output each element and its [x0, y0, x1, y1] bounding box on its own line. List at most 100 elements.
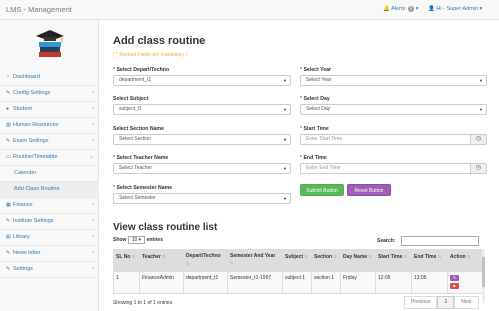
day-group: * Select Day Select Day ▼: [300, 96, 487, 115]
sidebar-item-label: Human Resources: [13, 122, 59, 128]
column-header-end-time[interactable]: End Time ⇅: [411, 249, 448, 272]
entries-label: entries: [146, 237, 163, 243]
end-time-input[interactable]: Enter End Time: [300, 163, 471, 174]
sidebar-item-calender[interactable]: Calender: [0, 166, 99, 182]
mandatory-note: ( * Marked Fields are mandatory ): [113, 52, 188, 58]
column-header-teacher[interactable]: Teacher ⇅: [139, 249, 184, 272]
clock-icon[interactable]: ◷: [471, 163, 487, 174]
cell-end: 13:05: [411, 271, 448, 294]
app-title[interactable]: LMS - Management: [6, 5, 72, 14]
day-label: * Select Day: [300, 96, 330, 102]
pagination: Previous 1 Next: [404, 296, 479, 309]
sidebar-item-label: Config Settings: [13, 90, 51, 96]
teacher-select[interactable]: Select Teacher ▼: [113, 163, 291, 174]
start-time-input[interactable]: Enter Start Time: [300, 134, 471, 145]
section-label: Select Section Name: [113, 126, 165, 132]
list-title: View class routine list: [113, 222, 218, 233]
section-select[interactable]: Select Section ▼: [113, 134, 291, 145]
cell-depart: department_t1: [183, 271, 228, 294]
column-header-action[interactable]: Action ⇅: [447, 249, 485, 272]
sidebar-item-library[interactable]: ▤ Library ‹: [0, 230, 99, 246]
column-header-depart[interactable]: Depart/Techno ⇅: [183, 249, 228, 272]
caret-down-icon: ▼: [283, 107, 287, 112]
edit-icon[interactable]: ✎: [450, 275, 459, 281]
sidebar-item-institute-settings[interactable]: ✎ Institute Settings ‹: [0, 214, 99, 230]
year-select[interactable]: Select Year ▼: [300, 75, 487, 86]
dashboard-icon: ◔: [6, 74, 10, 80]
sidebar-item-label: Exam Settings: [13, 138, 49, 144]
sidebar-item-label: Add Class Routine: [14, 186, 60, 192]
books-logo-icon: [36, 30, 64, 57]
column-header-section[interactable]: Section ⇅: [311, 249, 341, 272]
sidebar-item-exam-settings[interactable]: ✎ Exam Settings ‹: [0, 134, 99, 150]
sidebar-item-settings[interactable]: ✎ Settings ‹: [0, 262, 99, 278]
clock-icon[interactable]: ◷: [471, 134, 487, 145]
start-time-label: * Start Time: [300, 126, 329, 132]
chevron-down-icon: ⌄: [88, 154, 94, 160]
section-group: Select Section Name Select Section ▼: [113, 126, 291, 145]
column-header-sl-no[interactable]: SL No ⇅: [113, 249, 140, 272]
reset-button[interactable]: Reset Button: [347, 184, 391, 196]
submit-button[interactable]: Submit Button: [300, 184, 344, 196]
sidebar: ◔ Dashboard ✎ Config Settings ‹ ● Student ‹ ▥…: [0, 20, 99, 311]
sidebar-item-label: Dashboard: [13, 74, 40, 80]
sidebar-item-student[interactable]: ● Student ‹: [0, 102, 99, 118]
sidebar-item-news-letter[interactable]: ✎ News letter ‹: [0, 246, 99, 262]
show-label: Show: [113, 237, 127, 243]
column-header-day[interactable]: Day Name ⇅: [340, 249, 376, 272]
sidebar-item-finance[interactable]: ▦ Finance ‹: [0, 198, 99, 214]
sidebar-item-label: News letter: [13, 250, 41, 256]
cell-section: section 1: [311, 271, 341, 294]
sidebar-item-human-resources[interactable]: ▥ Human Resources ‹: [0, 118, 99, 134]
user-icon: 👤: [428, 6, 435, 12]
chevron-left-icon: ‹: [92, 218, 94, 224]
department-select[interactable]: department_t1 ▼: [113, 75, 291, 86]
chevron-left-icon: ‹: [92, 122, 94, 128]
sort-icon: ⇅: [466, 254, 471, 259]
sidebar-item-config-settings[interactable]: ✎ Config Settings ‹: [0, 86, 99, 102]
user-menu[interactable]: 👤 Hi - Super Admin ▾: [428, 6, 482, 12]
alerts-menu[interactable]: 🔔 Alerts 0 ▾: [383, 6, 419, 12]
column-header-subject[interactable]: Subject ⇅: [282, 249, 312, 272]
sidebar-item-label: Calender: [14, 170, 37, 176]
user-icon: ●: [6, 106, 10, 112]
entries-select[interactable]: 10 ▾: [127, 236, 146, 244]
routine-table: SL No ⇅ Teacher ⇅ Depart/Techno ⇅ Semest…: [113, 249, 485, 294]
cell-semester: Semester_t1-1997: [227, 271, 283, 294]
sidebar-item-label: Routine/Timetable: [13, 154, 58, 160]
pagination-page-1[interactable]: 1: [437, 296, 455, 309]
sidebar-item-label: Student: [13, 106, 32, 112]
semester-label: * Select Semester Name: [113, 185, 173, 191]
teacher-group: * Select Teacher Name Select Teacher ▼: [113, 155, 291, 174]
table-header-row: SL No ⇅ Teacher ⇅ Depart/Techno ⇅ Semest…: [113, 249, 485, 272]
sidebar-item-label: Institute Settings: [13, 218, 54, 224]
semester-select[interactable]: Select Semester ▼: [113, 193, 291, 204]
pagination-previous[interactable]: Previous: [404, 296, 438, 309]
caret-down-icon: ▾: [415, 6, 419, 12]
sidebar-item-routine-timetable[interactable]: ▭ Routine/Timetable ⌄: [0, 150, 99, 166]
day-select[interactable]: Select Day ▼: [300, 104, 487, 115]
sidebar-item-add-class-routine[interactable]: Add Class Routine: [0, 182, 99, 198]
end-time-group: * End Time Enter End Time ◷: [300, 155, 487, 174]
subject-select[interactable]: subject_t1 ▼: [113, 104, 291, 115]
column-header-semester[interactable]: Semester And Year ⇅: [227, 249, 283, 272]
sort-icon: ⇅: [403, 254, 408, 259]
cell-subject: subject 1: [282, 271, 312, 294]
column-header-start-time[interactable]: Start Time ⇅: [375, 249, 412, 272]
pagination-next[interactable]: Next: [454, 296, 479, 309]
table-scrollbar[interactable]: [482, 249, 485, 303]
sidebar-item-label: Settings: [13, 266, 33, 272]
bell-icon: 🔔: [383, 6, 390, 12]
user-label: Hi - Super Admin: [436, 6, 478, 12]
search-input[interactable]: [401, 236, 479, 246]
bar-chart-icon: ▥: [6, 122, 11, 128]
trash-icon[interactable]: ■: [450, 283, 459, 289]
cell-sl: 1: [113, 271, 140, 294]
semester-group: * Select Semester Name Select Semester ▼: [113, 185, 291, 204]
table-info: Showing 1 to 1 of 1 entries: [113, 300, 173, 306]
caret-down-icon: ▼: [283, 137, 287, 142]
table-icon: ▦: [6, 202, 11, 208]
sidebar-item-dashboard[interactable]: ◔ Dashboard: [0, 70, 99, 86]
scrollbar-thumb[interactable]: [482, 257, 485, 287]
chevron-left-icon: ‹: [92, 106, 94, 112]
